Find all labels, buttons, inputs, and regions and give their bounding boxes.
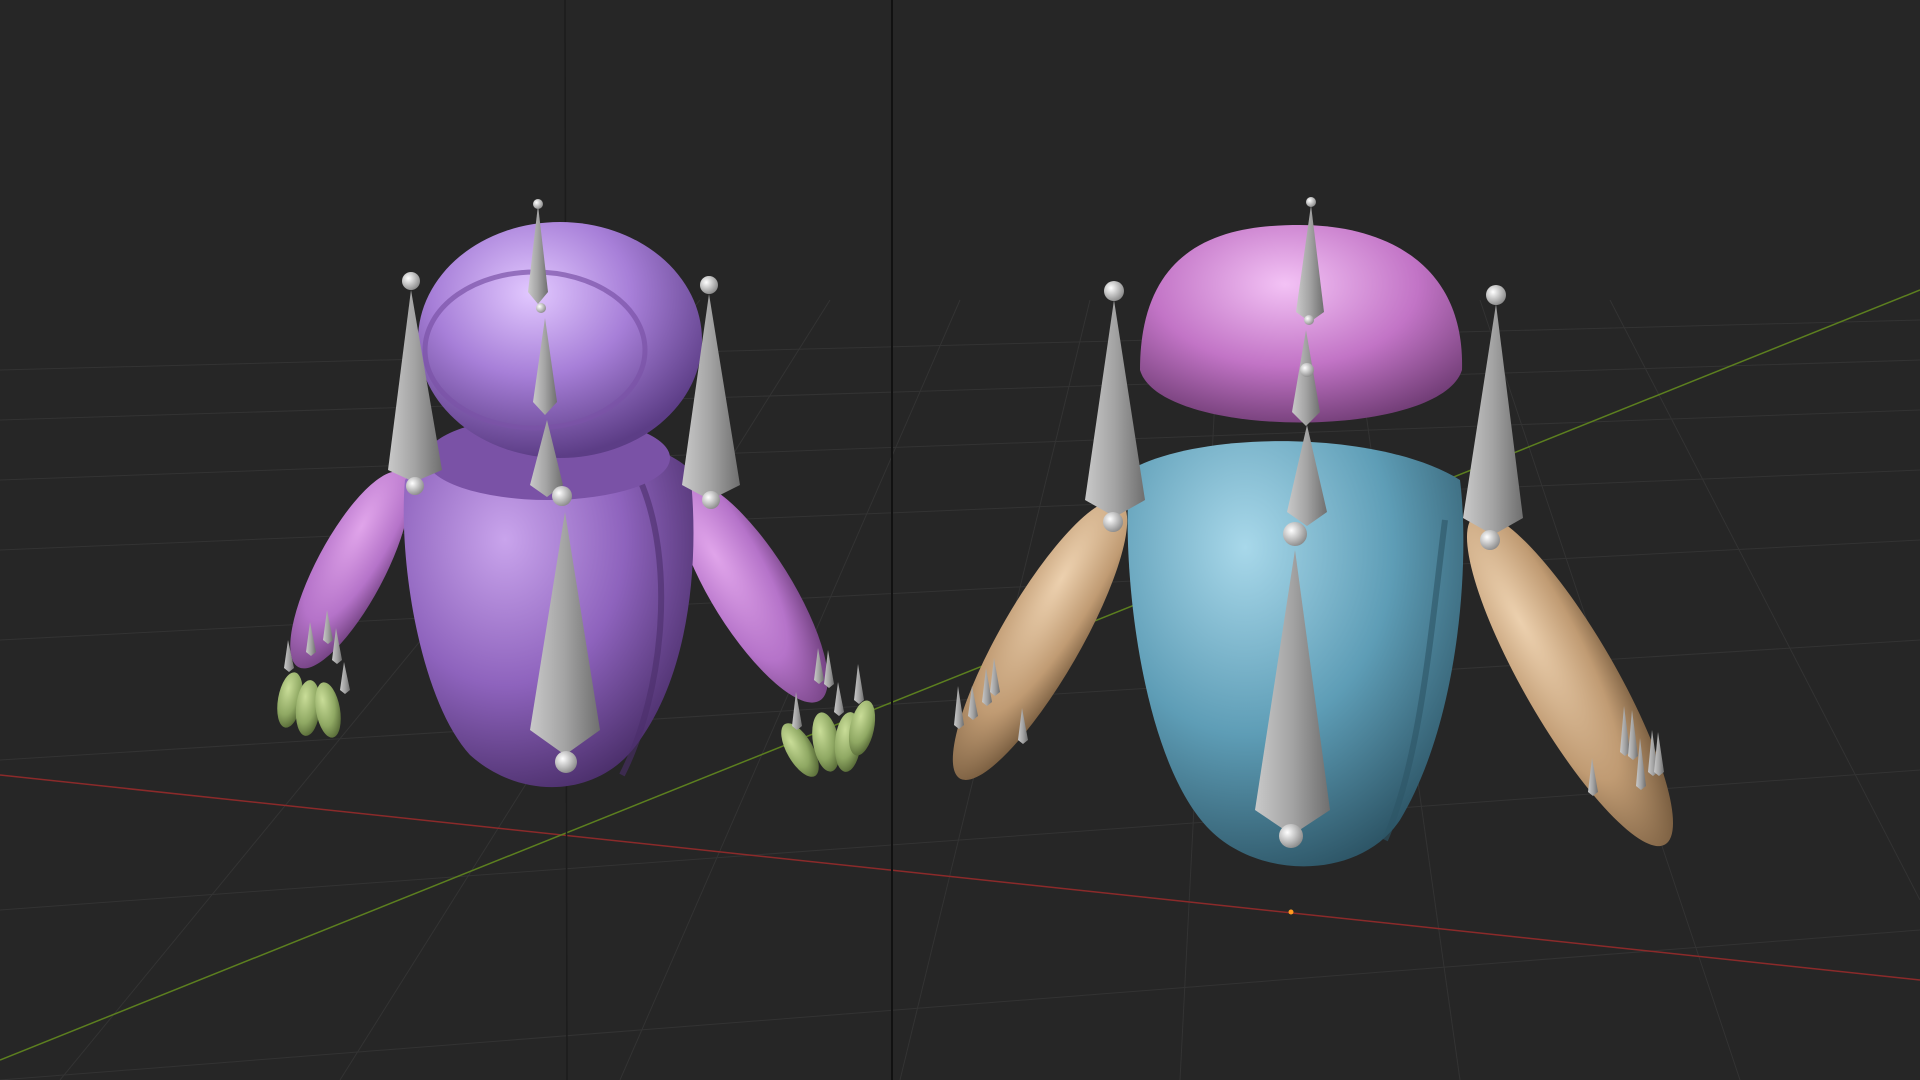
purple-head[interactable] — [418, 222, 702, 458]
viewport-background — [0, 0, 1920, 1080]
origin-dot — [1288, 909, 1294, 915]
viewport-area[interactable] — [0, 0, 1920, 1080]
